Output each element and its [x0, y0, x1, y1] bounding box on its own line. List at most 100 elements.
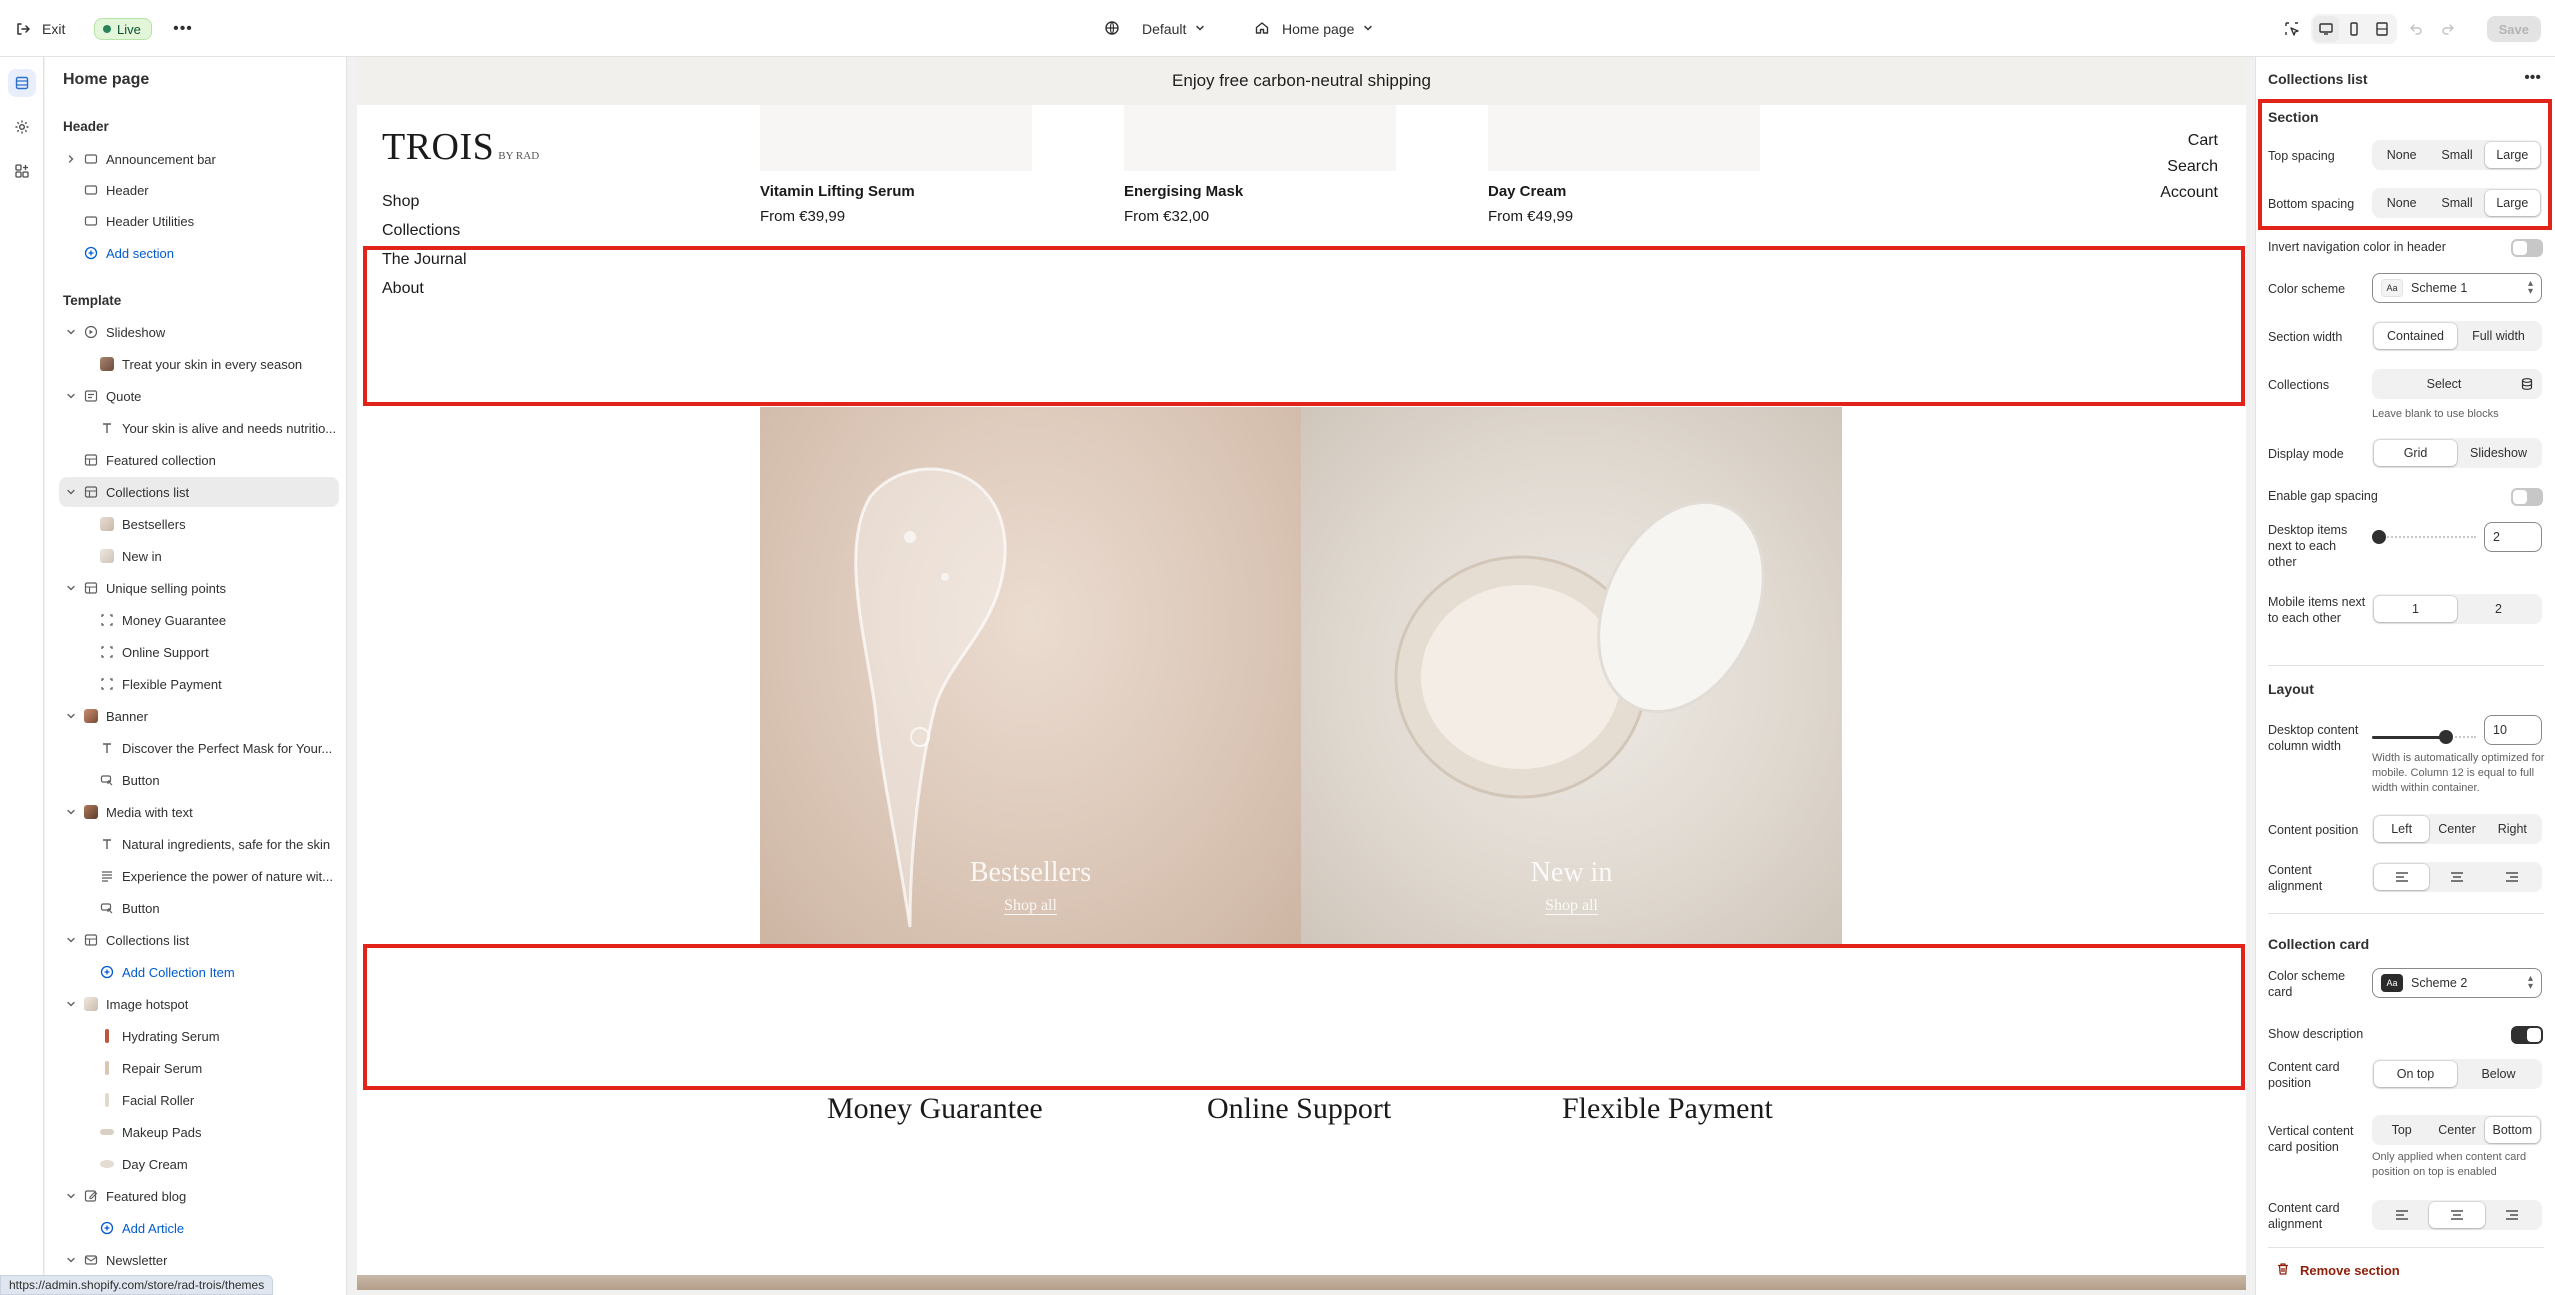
align-left-icon[interactable] — [2374, 1202, 2429, 1228]
align-right-icon[interactable] — [2485, 1202, 2540, 1228]
tree-block-flexible-payment[interactable]: Flexible Payment — [59, 669, 339, 699]
store-logo[interactable]: TROIS BY RAD — [382, 125, 539, 169]
tree-item-featured-collection[interactable]: Featured collection — [59, 445, 339, 475]
tree-block-media-button[interactable]: Button — [59, 893, 339, 923]
bottom-spacing-none[interactable]: None — [2374, 190, 2429, 216]
tree-block-new-in[interactable]: New in — [59, 541, 339, 571]
inspector-icon[interactable] — [2279, 16, 2305, 42]
top-spacing-large[interactable]: Large — [2484, 142, 2540, 168]
nav-link-shop[interactable]: Shop — [382, 193, 419, 211]
tree-block-quote-text[interactable]: Your skin is alive and needs nutritio... — [59, 413, 339, 443]
nav-link-cart[interactable]: Cart — [2188, 132, 2218, 150]
chevron-down-icon[interactable] — [63, 996, 79, 1012]
show-description-toggle[interactable] — [2511, 1026, 2543, 1044]
tree-item-banner[interactable]: Banner — [59, 701, 339, 731]
content-width-slider[interactable] — [2372, 730, 2476, 744]
align-right-icon[interactable] — [2485, 864, 2540, 890]
top-spacing-none[interactable]: None — [2374, 142, 2429, 168]
tree-block-bestsellers[interactable]: Bestsellers — [59, 509, 339, 539]
product-card[interactable]: Energising Mask From €32,00 — [1124, 105, 1396, 225]
bottom-spacing-small[interactable]: Small — [2429, 190, 2484, 216]
tree-item-media-with-text[interactable]: Media with text — [59, 797, 339, 827]
section-width-contained[interactable]: Contained — [2374, 323, 2457, 349]
tree-block-banner-text[interactable]: Discover the Perfect Mask for Your... — [59, 733, 339, 763]
chevron-down-icon[interactable] — [63, 708, 79, 724]
tree-item-collections-list[interactable]: Collections list — [59, 477, 339, 507]
tree-block-day-cream[interactable]: Day Cream — [59, 1149, 339, 1179]
tree-block-repair-serum[interactable]: Repair Serum — [59, 1053, 339, 1083]
display-mode-slideshow[interactable]: Slideshow — [2457, 440, 2540, 466]
shop-all-link[interactable]: Shop all — [760, 897, 1301, 915]
tree-item-collections-list-2[interactable]: Collections list — [59, 925, 339, 955]
tree-item-quote[interactable]: Quote — [59, 381, 339, 411]
more-actions-icon[interactable]: ••• — [170, 16, 196, 42]
color-scheme-select[interactable]: Aa Scheme 1 ▴ ▾ — [2372, 273, 2542, 303]
top-spacing-small[interactable]: Small — [2429, 142, 2484, 168]
bottom-spacing-large[interactable]: Large — [2484, 190, 2540, 216]
gap-spacing-toggle[interactable] — [2511, 488, 2543, 506]
chevron-down-icon[interactable] — [63, 1252, 79, 1268]
shop-all-link[interactable]: Shop all — [1301, 897, 1842, 915]
tree-block-media-heading[interactable]: Natural ingredients, safe for the skin — [59, 829, 339, 859]
chevron-down-icon[interactable] — [63, 484, 79, 500]
tree-item-featured-blog[interactable]: Featured blog — [59, 1181, 339, 1211]
tree-block-money-guarantee[interactable]: Money Guarantee — [59, 605, 339, 635]
display-mode-grid[interactable]: Grid — [2374, 440, 2457, 466]
tree-item-header[interactable]: Header — [59, 175, 339, 205]
desktop-items-input[interactable]: 2 — [2484, 522, 2542, 552]
tree-item-unique-selling-points[interactable]: Unique selling points — [59, 573, 339, 603]
chevron-down-icon[interactable] — [63, 1188, 79, 1204]
more-options-icon[interactable]: ••• — [2524, 69, 2541, 87]
chevron-down-icon[interactable] — [63, 804, 79, 820]
nav-link-search[interactable]: Search — [2167, 158, 2218, 176]
tree-block-hydrating-serum[interactable]: Hydrating Serum — [59, 1021, 339, 1051]
card-scheme-select[interactable]: Aa Scheme 2 ▴ ▾ — [2372, 968, 2542, 998]
tree-item-header-utilities[interactable]: Header Utilities — [59, 206, 339, 236]
remove-section-button[interactable]: Remove section — [2276, 1262, 2400, 1279]
card-position-below[interactable]: Below — [2457, 1061, 2540, 1087]
tree-item-newsletter[interactable]: Newsletter — [59, 1245, 339, 1275]
redo-icon[interactable] — [2435, 16, 2461, 42]
chevron-down-icon[interactable] — [63, 388, 79, 404]
sections-icon[interactable] — [8, 69, 36, 97]
chevron-down-icon[interactable] — [63, 580, 79, 596]
vertical-position-top[interactable]: Top — [2374, 1117, 2429, 1143]
save-button[interactable]: Save — [2486, 16, 2541, 42]
tree-block-facial-roller[interactable]: Facial Roller — [59, 1085, 339, 1115]
card-position-on-top[interactable]: On top — [2374, 1061, 2457, 1087]
undo-icon[interactable] — [2403, 16, 2429, 42]
content-width-input[interactable]: 10 — [2484, 715, 2542, 745]
tree-block-makeup-pads[interactable]: Makeup Pads — [59, 1117, 339, 1147]
apps-icon[interactable] — [8, 157, 36, 185]
collection-card-new-in[interactable]: New in Shop all — [1301, 407, 1842, 944]
vertical-position-bottom[interactable]: Bottom — [2484, 1117, 2540, 1143]
add-section-button[interactable]: Add section — [59, 238, 339, 268]
add-collection-item-button[interactable]: Add Collection Item — [59, 957, 339, 987]
slider-thumb[interactable] — [2372, 530, 2386, 544]
align-center-icon[interactable] — [2429, 864, 2484, 890]
content-position-center[interactable]: Center — [2429, 816, 2484, 842]
page-selector[interactable]: Home page — [1254, 16, 1374, 42]
content-position-left[interactable]: Left — [2374, 816, 2430, 842]
exit-button[interactable]: Exit — [14, 18, 65, 40]
chevron-right-icon[interactable] — [63, 151, 79, 167]
theme-selector[interactable]: Default — [1104, 16, 1206, 42]
slider-thumb[interactable] — [2439, 730, 2453, 744]
align-left-icon[interactable] — [2374, 864, 2430, 890]
mobile-view-icon[interactable] — [2341, 16, 2367, 42]
mobile-items-1[interactable]: 1 — [2374, 596, 2457, 622]
section-width-full[interactable]: Full width — [2457, 323, 2540, 349]
vertical-position-center[interactable]: Center — [2429, 1117, 2484, 1143]
invert-nav-toggle[interactable] — [2511, 239, 2543, 257]
nav-link-account[interactable]: Account — [2160, 184, 2218, 202]
tree-block-media-text[interactable]: Experience the power of nature wit... — [59, 861, 339, 891]
collection-card-bestsellers[interactable]: Bestsellers Shop all — [760, 407, 1301, 944]
tree-block-online-support[interactable]: Online Support — [59, 637, 339, 667]
content-position-right[interactable]: Right — [2485, 816, 2540, 842]
desktop-items-slider[interactable] — [2372, 530, 2476, 544]
tree-block-banner-button[interactable]: Button — [59, 765, 339, 795]
theme-settings-icon[interactable] — [8, 113, 36, 141]
chevron-down-icon[interactable] — [63, 324, 79, 340]
mobile-items-2[interactable]: 2 — [2457, 596, 2540, 622]
chevron-down-icon[interactable] — [63, 932, 79, 948]
